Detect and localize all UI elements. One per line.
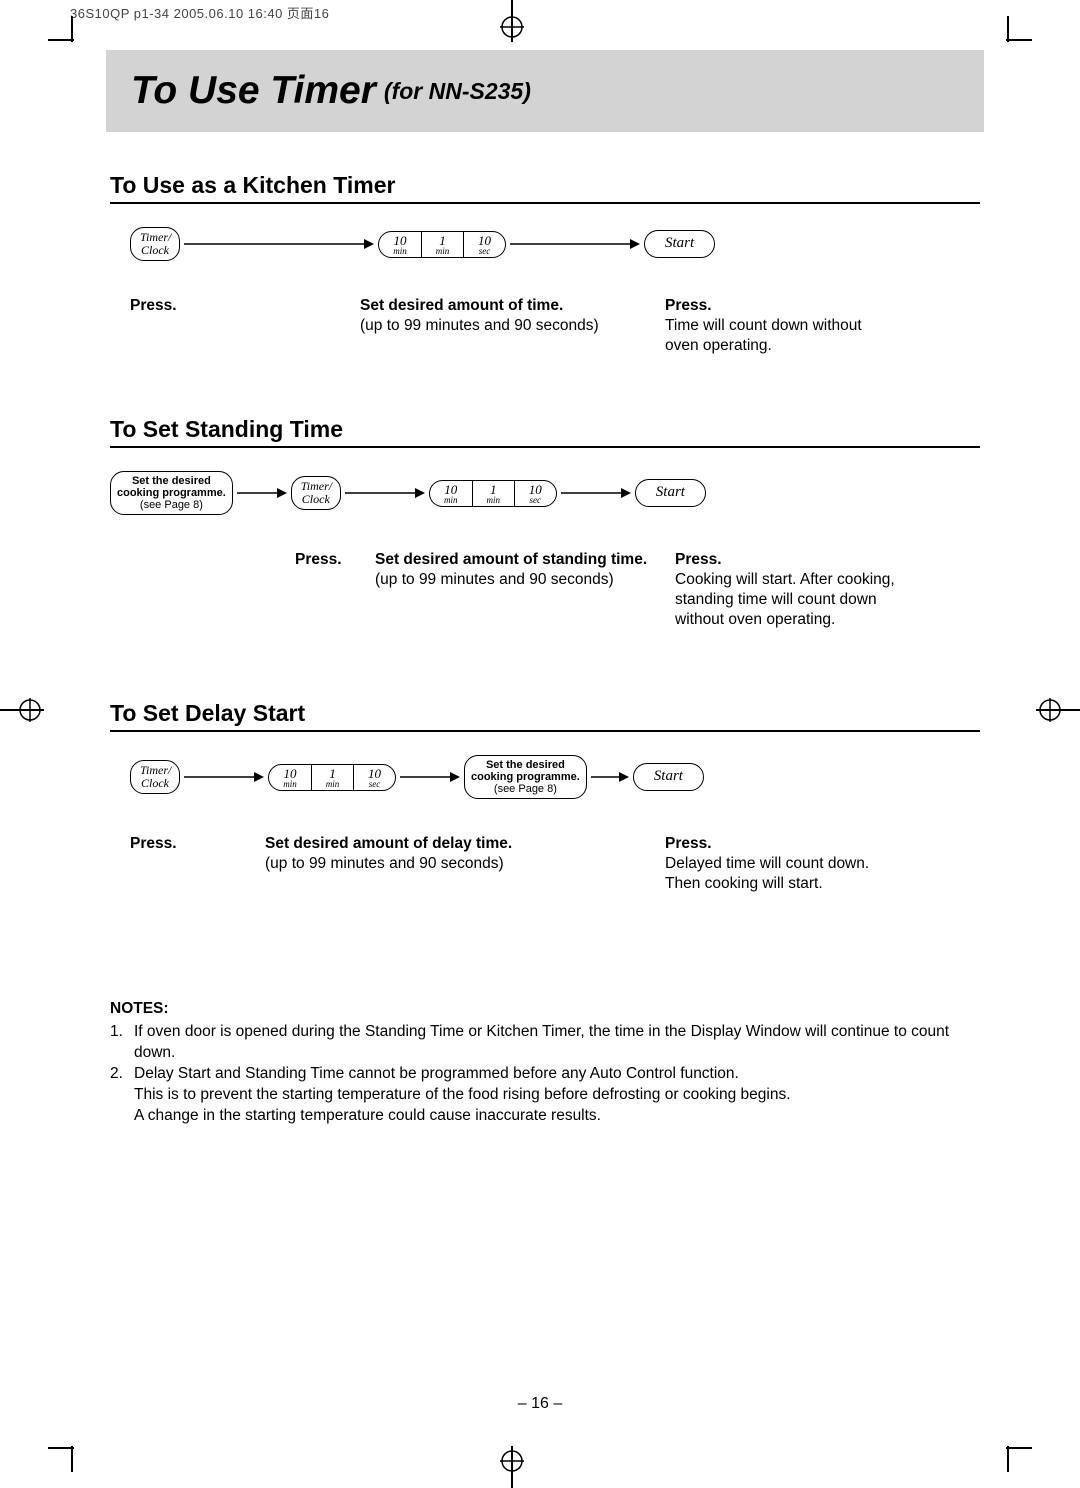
section3-captions: Press. Set desired amount of delay time.… <box>110 834 980 934</box>
timer-clock-button: Timer/ Clock <box>291 476 341 509</box>
cell-num: 10 <box>379 234 421 247</box>
cell-unit: min <box>430 496 472 505</box>
cell-num: 10 <box>354 767 395 780</box>
cooking-programme-button: Set the desired cooking programme.(see P… <box>464 755 587 799</box>
cell-unit: min <box>312 780 353 789</box>
page-number: – 16 – <box>0 1395 1080 1413</box>
title-banner: To Use Timer (for NN-S235) <box>106 50 984 132</box>
arrow-icon <box>184 771 264 783</box>
cell-num: 10 <box>464 234 505 247</box>
prog-sub: (see Page 8) <box>140 499 203 511</box>
crop-br-icon <box>1006 1446 1032 1472</box>
caption-press: Press. <box>130 834 177 854</box>
time-selector: 10min 1min 10sec <box>268 764 396 791</box>
arrow-icon <box>237 487 287 499</box>
note-text: Delay Start and Standing Time cannot be … <box>134 1064 791 1127</box>
caption-press-start: Press.Delayed time will count down. Then… <box>665 834 895 894</box>
timer-clock-label: Timer/ Clock <box>140 763 171 790</box>
cell-num: 1 <box>473 483 514 496</box>
prog-bold: Set the desired cooking programme. <box>471 759 580 783</box>
start-button: Start <box>644 230 715 258</box>
cell-unit: sec <box>464 247 505 256</box>
prog-bold: Set the desired cooking programme. <box>117 475 226 499</box>
caption-press-start: Press.Time will count down without oven … <box>665 296 895 356</box>
time-selector: 10min 1min 10sec <box>429 480 557 507</box>
caption-set-time: Set desired amount of time.(up to 99 min… <box>360 296 650 336</box>
caption-press: Press. <box>130 296 177 316</box>
title-main: To Use Timer <box>131 69 376 113</box>
cell-num: 10 <box>269 767 311 780</box>
section2-title: To Set Standing Time <box>110 416 980 448</box>
arrow-icon <box>510 238 640 250</box>
cell-num: 10 <box>430 483 472 496</box>
crop-bl-icon <box>48 1446 74 1472</box>
section1-flow: Timer/ Clock 10min 1min 10sec Start <box>110 229 980 284</box>
crop-tr-icon <box>1006 16 1032 42</box>
timer-clock-label: Timer/ Clock <box>301 479 332 506</box>
cell-unit: min <box>379 247 421 256</box>
arrow-icon <box>184 238 374 250</box>
reg-top-icon <box>492 0 532 42</box>
section2-captions: Press. Set desired amount of standing ti… <box>110 550 980 660</box>
note-number: 2. <box>110 1064 134 1127</box>
cell-unit: min <box>269 780 311 789</box>
cell-num: 1 <box>422 234 463 247</box>
section3-flow: Timer/ Clock 10min 1min 10sec Set the de… <box>110 762 980 822</box>
notes-block: NOTES: 1. If oven door is opened during … <box>110 999 980 1127</box>
start-button: Start <box>635 479 706 507</box>
note-item: 2. Delay Start and Standing Time cannot … <box>110 1064 980 1127</box>
timer-clock-button: Timer/ Clock <box>130 760 180 793</box>
reg-bot-icon <box>492 1446 532 1488</box>
section1-title: To Use as a Kitchen Timer <box>110 172 980 204</box>
note-item: 1. If oven door is opened during the Sta… <box>110 1022 980 1064</box>
notes-title: NOTES: <box>110 999 980 1020</box>
arrow-icon <box>400 771 460 783</box>
crop-tl-icon <box>48 16 74 42</box>
timer-clock-label: Timer/ Clock <box>140 230 171 257</box>
cooking-programme-button: Set the desired cooking programme.(see P… <box>110 471 233 515</box>
prog-sub: (see Page 8) <box>494 783 557 795</box>
arrow-icon <box>345 487 425 499</box>
section1-captions: Press. Set desired amount of time.(up to… <box>110 296 980 376</box>
cell-unit: min <box>473 496 514 505</box>
time-selector: 10min 1min 10sec <box>378 231 506 258</box>
cell-unit: sec <box>515 496 556 505</box>
section3-title: To Set Delay Start <box>110 700 980 732</box>
timer-clock-button: Timer/ Clock <box>130 227 180 260</box>
cell-unit: sec <box>354 780 395 789</box>
content-area: To Use Timer (for NN-S235) To Use as a K… <box>110 45 980 1127</box>
caption-press: Press. <box>295 550 342 570</box>
cell-unit: min <box>422 247 463 256</box>
caption-press-start: Press.Cooking will start. After cooking,… <box>675 550 895 631</box>
cell-num: 10 <box>515 483 556 496</box>
arrow-icon <box>561 487 631 499</box>
note-number: 1. <box>110 1022 134 1064</box>
title-sub: (for NN-S235) <box>384 78 531 105</box>
page-sheet: 36S10QP p1-34 2005.06.10 16:40 页面16 To U… <box>0 0 1080 1488</box>
start-button: Start <box>633 763 704 791</box>
note-text: If oven door is opened during the Standi… <box>134 1022 980 1064</box>
section2-flow: Set the desired cooking programme.(see P… <box>110 478 980 538</box>
reg-left-icon <box>0 690 44 730</box>
caption-set-time: Set desired amount of delay time.(up to … <box>265 834 565 874</box>
arrow-icon <box>591 771 629 783</box>
print-header: 36S10QP p1-34 2005.06.10 16:40 页面16 <box>70 3 329 22</box>
caption-set-time: Set desired amount of standing time.(up … <box>375 550 675 590</box>
cell-num: 1 <box>312 767 353 780</box>
reg-right-icon <box>1036 690 1080 730</box>
